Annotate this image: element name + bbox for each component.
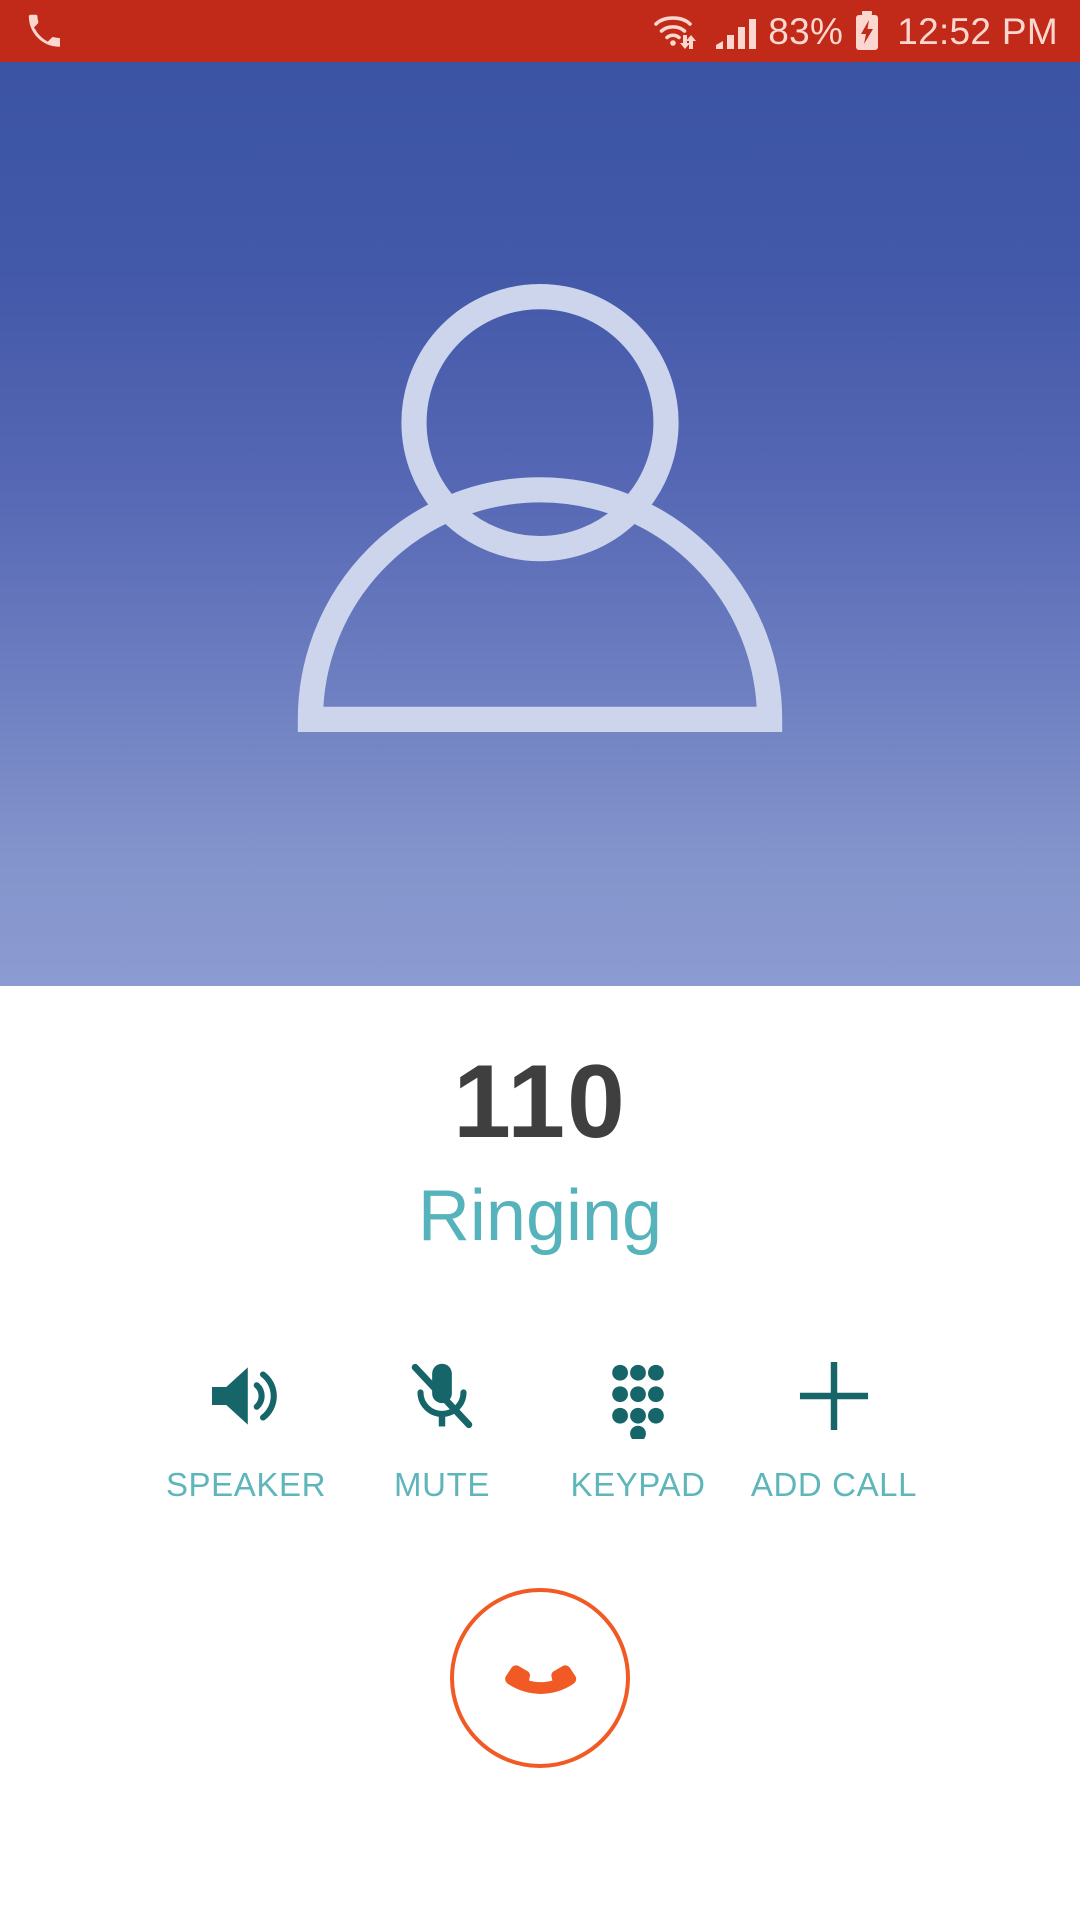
plus-icon: [791, 1348, 877, 1444]
speaker-button[interactable]: SPEAKER: [148, 1348, 344, 1504]
clock-label: 12:52 PM: [897, 10, 1058, 52]
dialpad-icon: [595, 1348, 681, 1444]
phone-call-icon: [26, 14, 60, 48]
battery-percent-label: 83%: [768, 10, 844, 52]
end-call-row: [0, 1504, 1080, 1920]
add-call-label: ADD CALL: [750, 1466, 918, 1503]
in-call-screen: 83% 12:52 PM 110 Ringing SPEAKER MUTE KE…: [0, 0, 1080, 1920]
call-actions-row: SPEAKER MUTE KEYPAD ADD CALL: [0, 1348, 1080, 1504]
default-contact-avatar-icon: [297, 284, 783, 732]
speaker-volume-icon: [203, 1348, 289, 1444]
battery-charging-icon: [853, 10, 881, 52]
add-call-button[interactable]: ADD CALL: [736, 1348, 932, 1504]
cellular-signal-icon: [714, 11, 758, 51]
microphone-muted-icon: [399, 1348, 485, 1444]
keypad-label: KEYPAD: [570, 1466, 706, 1503]
mute-label: MUTE: [394, 1466, 490, 1503]
wifi-with-data-transfer-icon: [652, 11, 704, 51]
status-bar: 83% 12:52 PM: [0, 0, 1080, 62]
contact-photo-area: [0, 62, 1080, 986]
end-call-button[interactable]: [450, 1588, 630, 1768]
call-status-label: Ringing: [417, 1176, 663, 1256]
call-info: 110 Ringing: [0, 986, 1080, 1252]
keypad-button[interactable]: KEYPAD: [540, 1348, 736, 1504]
call-number: 110: [453, 1044, 627, 1160]
speaker-label: SPEAKER: [165, 1466, 327, 1503]
status-bar-left: [26, 14, 60, 48]
mute-button[interactable]: MUTE: [344, 1348, 540, 1504]
end-call-handset-icon: [486, 1622, 594, 1735]
status-bar-right: 83% 12:52 PM: [652, 10, 1058, 52]
avatar: [260, 249, 820, 809]
